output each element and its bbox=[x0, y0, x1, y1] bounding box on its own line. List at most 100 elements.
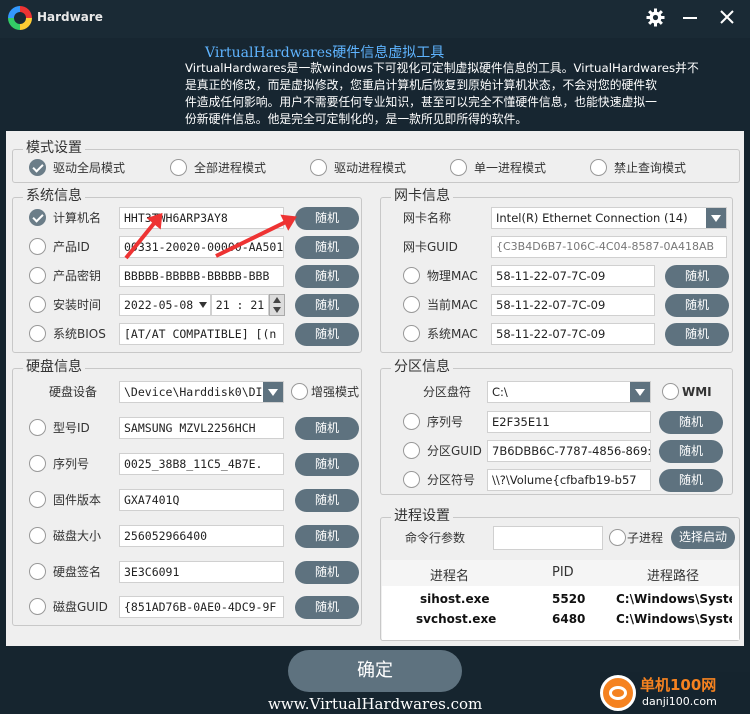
partition-serial-field[interactable]: E2F35E11 bbox=[487, 411, 651, 433]
mode-radio-driver-process[interactable] bbox=[310, 159, 327, 176]
disk-serial-field[interactable]: 0025_38B8_11C5_4B7E. bbox=[119, 453, 284, 475]
chevron-down-icon[interactable] bbox=[706, 208, 726, 228]
random-button[interactable]: 随机 bbox=[295, 323, 359, 346]
random-button[interactable]: 随机 bbox=[665, 323, 729, 346]
disk-radio-model-id[interactable] bbox=[29, 419, 46, 436]
part-radio-symbol[interactable] bbox=[403, 471, 420, 488]
part-radio-guid[interactable] bbox=[403, 442, 420, 459]
system-info-title: 系统信息 bbox=[23, 187, 85, 205]
nic-guid-field[interactable]: {C3B4D6B7-106C-4C04-8587-0A418AB bbox=[491, 236, 727, 258]
process-pid-cell[interactable]: 6480 bbox=[552, 612, 585, 626]
child-process-radio[interactable] bbox=[609, 529, 626, 546]
partition-symbol-field[interactable]: \\?\Volume{cfbafb19-b57 bbox=[487, 469, 651, 491]
system-bios-field[interactable]: [AT/AT COMPATIBLE] [(n bbox=[119, 323, 284, 345]
net-guid-label: 网卡GUID bbox=[403, 240, 458, 254]
time-spinner[interactable] bbox=[269, 294, 285, 316]
disk-radio-size[interactable] bbox=[29, 527, 46, 544]
firmware-field[interactable]: GXA7401Q bbox=[119, 489, 284, 511]
mode-label: 驱动进程模式 bbox=[334, 161, 407, 175]
random-button[interactable]: 随机 bbox=[295, 453, 359, 476]
process-name-cell[interactable]: svchost.exe bbox=[416, 612, 496, 626]
model-id-field[interactable]: SAMSUNG MZVL2256HCH bbox=[119, 417, 284, 439]
random-button[interactable]: 随机 bbox=[295, 489, 359, 512]
window-title: Hardware bbox=[37, 10, 103, 24]
enhance-mode-radio[interactable] bbox=[291, 383, 308, 400]
minimize-button[interactable] bbox=[683, 17, 697, 19]
random-button[interactable]: 随机 bbox=[295, 236, 359, 259]
sys-radio-computer-name[interactable] bbox=[29, 209, 46, 226]
nic-name-select[interactable]: Intel(R) Ethernet Connection (14) bbox=[491, 207, 727, 229]
col-header-path[interactable]: 进程路径 bbox=[647, 565, 699, 584]
disk-guid-field[interactable]: {851AD76B-0AE0-4DC9-9F bbox=[119, 596, 284, 618]
part-label: 序列号 bbox=[427, 415, 464, 429]
product-id-field[interactable]: 00331-20020-00000-AA501 bbox=[119, 236, 284, 258]
random-button[interactable]: 随机 bbox=[295, 265, 359, 288]
wmi-radio[interactable] bbox=[662, 383, 679, 400]
banner-line: 件造成任何影响。用户不需要任何专业知识，甚至可以完全不懂硬件信息，也能快速虚拟一 bbox=[185, 95, 657, 109]
computer-name-field[interactable]: HHT3TWH6ARP3AY8 bbox=[119, 207, 284, 229]
physical-mac-field[interactable]: 58-11-22-07-7C-09 bbox=[491, 265, 655, 287]
net-radio-system-mac[interactable] bbox=[403, 325, 420, 342]
process-pid-cell[interactable]: 5520 bbox=[552, 592, 585, 606]
system-mac-field[interactable]: 58-11-22-07-7C-09 bbox=[491, 323, 655, 345]
chevron-down-icon[interactable] bbox=[263, 382, 283, 402]
sys-radio-product-key[interactable] bbox=[29, 267, 46, 284]
process-path-cell[interactable]: C:\Windows\Syster bbox=[616, 592, 732, 606]
sys-radio-system-bios[interactable] bbox=[29, 325, 46, 342]
sys-radio-install-time[interactable] bbox=[29, 296, 46, 313]
net-radio-current-mac[interactable] bbox=[403, 296, 420, 313]
chevron-down-icon[interactable] bbox=[199, 302, 207, 308]
partition-guid-field[interactable]: 7B6DBB6C-7787-4856-869: bbox=[487, 440, 651, 462]
disk-size-field[interactable]: 256052966400 bbox=[119, 525, 284, 547]
disk-radio-guid[interactable] bbox=[29, 598, 46, 615]
random-button[interactable]: 随机 bbox=[295, 417, 359, 440]
mode-radio-disable-query[interactable] bbox=[590, 159, 607, 176]
mode-radio-all-process[interactable] bbox=[170, 159, 187, 176]
mode-radio-single-process[interactable] bbox=[450, 159, 467, 176]
install-time-field[interactable]: 21 : 21 bbox=[211, 294, 269, 316]
random-button[interactable]: 随机 bbox=[659, 469, 723, 492]
disk-radio-serial[interactable] bbox=[29, 455, 46, 472]
random-button[interactable]: 随机 bbox=[659, 440, 723, 463]
random-button[interactable]: 随机 bbox=[295, 596, 359, 619]
random-button[interactable]: 随机 bbox=[295, 561, 359, 584]
process-name-cell[interactable]: sihost.exe bbox=[420, 592, 490, 606]
disk-radio-signature[interactable] bbox=[29, 563, 46, 580]
random-button[interactable]: 随机 bbox=[295, 525, 359, 548]
chevron-down-icon[interactable] bbox=[273, 307, 281, 313]
gear-icon[interactable] bbox=[646, 8, 665, 27]
col-header-name[interactable]: 进程名 bbox=[430, 565, 469, 584]
net-radio-physical-mac[interactable] bbox=[403, 267, 420, 284]
mode-group: 模式设置 驱动全局模式 全部进程模式 驱动进程模式 单一进程模式 禁止查询模式 bbox=[12, 139, 740, 183]
disk-device-select[interactable]: \Device\Harddisk0\DI bbox=[119, 381, 284, 403]
mode-group-title: 模式设置 bbox=[23, 139, 85, 157]
select-start-button[interactable]: 选择启动 bbox=[671, 526, 735, 549]
chevron-down-icon[interactable] bbox=[630, 382, 650, 402]
disk-signature-field[interactable]: 3E3C6091 bbox=[119, 561, 284, 583]
random-button[interactable]: 随机 bbox=[659, 411, 723, 434]
random-button[interactable]: 随机 bbox=[295, 207, 359, 230]
disk-radio-firmware[interactable] bbox=[29, 491, 46, 508]
disk-device-label: 硬盘设备 bbox=[49, 385, 98, 399]
current-mac-field[interactable]: 58-11-22-07-7C-09 bbox=[491, 294, 655, 316]
process-settings-title: 进程设置 bbox=[391, 507, 453, 525]
random-button[interactable]: 随机 bbox=[295, 294, 359, 317]
random-button[interactable]: 随机 bbox=[665, 265, 729, 288]
ok-button[interactable]: 确定 bbox=[288, 650, 462, 692]
chevron-up-icon[interactable] bbox=[273, 297, 281, 303]
product-key-field[interactable]: BBBBB-BBBBB-BBBBB-BBB bbox=[119, 265, 284, 287]
col-header-pid[interactable]: PID bbox=[552, 565, 574, 580]
partition-drive-select[interactable]: C:\ bbox=[487, 381, 651, 403]
random-button[interactable]: 随机 bbox=[665, 294, 729, 317]
disk-label: 型号ID bbox=[53, 421, 90, 435]
sys-radio-product-id[interactable] bbox=[29, 238, 46, 255]
install-date-field[interactable]: 2022-05-08 bbox=[119, 294, 211, 316]
cmd-args-input[interactable] bbox=[493, 526, 603, 550]
install-time-value: 21 : 21 bbox=[215, 298, 265, 312]
mode-label: 全部进程模式 bbox=[194, 161, 267, 175]
part-radio-serial[interactable] bbox=[403, 413, 420, 430]
close-icon[interactable] bbox=[717, 7, 737, 27]
mode-radio-driver-global[interactable] bbox=[29, 159, 46, 176]
system-info-group: 系统信息 计算机名 HHT3TWH6ARP3AY8 随机 产品ID 00331-… bbox=[12, 187, 362, 353]
process-path-cell[interactable]: C:\Windows\Syster bbox=[616, 612, 732, 626]
